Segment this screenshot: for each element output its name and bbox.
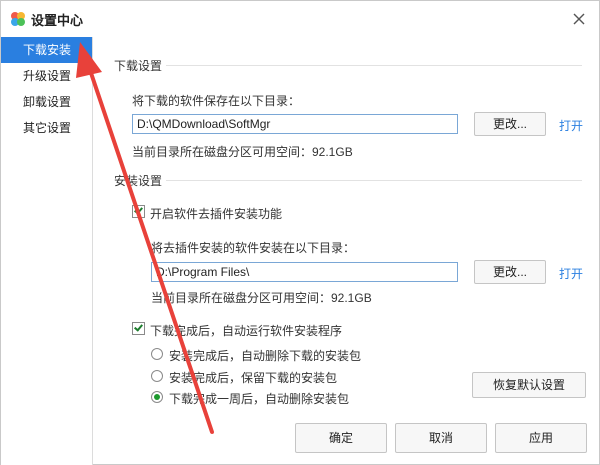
plugin-free-checkbox-label: 开启软件去插件安装功能 <box>150 207 283 221</box>
checkmark-icon <box>134 205 143 215</box>
radio-delete-after-week-label: 下载完成一周后，自动删除安装包 <box>169 392 350 406</box>
window-title: 设置中心 <box>31 13 84 28</box>
sidebar-item-uninstall-settings[interactable]: 卸载设置 <box>1 89 92 115</box>
radio-keep-package-label: 安装完成后，保留下载的安装包 <box>169 371 338 385</box>
radio-selected-dot <box>154 394 160 400</box>
install-dir-input[interactable] <box>151 262 458 282</box>
install-space-text: 当前目录所在磁盘分区可用空间：92.1GB <box>151 291 372 305</box>
settings-window: 设置中心 下载安装 升级设置 卸载设置 其它设置 下载设置 将下载的软件保存在以… <box>0 0 600 465</box>
checkmark-icon <box>134 322 143 332</box>
radio-delete-after-install-label: 安装完成后，自动删除下载的安装包 <box>169 349 362 363</box>
radio-delete-after-install[interactable] <box>151 348 163 360</box>
apply-button[interactable]: 应用 <box>495 423 587 453</box>
auto-run-installer-label: 下载完成后，自动运行软件安装程序 <box>150 324 343 338</box>
radio-keep-package[interactable] <box>151 370 163 382</box>
install-dir-label: 将去插件安装的软件安装在以下目录： <box>151 241 356 255</box>
ok-button[interactable]: 确定 <box>295 423 387 453</box>
settings-content: 下载设置 将下载的软件保存在以下目录： 更改... 打开 当前目录所在磁盘分区可… <box>94 37 599 465</box>
install-section-title: 安装设置 <box>114 174 163 188</box>
sidebar-item-download-install[interactable]: 下载安装 <box>1 37 92 63</box>
auto-run-installer-checkbox[interactable] <box>132 322 145 335</box>
app-logo-icon <box>11 12 25 26</box>
close-icon[interactable] <box>571 11 587 27</box>
download-section-title: 下载设置 <box>114 59 163 73</box>
title-bar: 设置中心 <box>1 1 599 37</box>
download-space-text: 当前目录所在磁盘分区可用空间：92.1GB <box>132 145 353 159</box>
restore-defaults-button[interactable]: 恢复默认设置 <box>472 372 586 398</box>
install-dir-open-link[interactable]: 打开 <box>559 265 583 282</box>
section-divider <box>166 180 582 181</box>
section-divider <box>166 65 582 66</box>
settings-sidebar: 下载安装 升级设置 卸载设置 其它设置 <box>1 37 93 465</box>
install-dir-change-button[interactable]: 更改... <box>474 260 546 284</box>
cancel-button[interactable]: 取消 <box>395 423 487 453</box>
radio-delete-after-week[interactable] <box>151 391 163 403</box>
sidebar-item-upgrade-settings[interactable]: 升级设置 <box>1 63 92 89</box>
download-dir-change-button[interactable]: 更改... <box>474 112 546 136</box>
download-dir-open-link[interactable]: 打开 <box>559 117 583 134</box>
download-dir-label: 将下载的软件保存在以下目录： <box>132 94 301 108</box>
sidebar-item-other-settings[interactable]: 其它设置 <box>1 115 92 141</box>
download-dir-input[interactable] <box>132 114 458 134</box>
plugin-free-checkbox[interactable] <box>132 205 145 218</box>
